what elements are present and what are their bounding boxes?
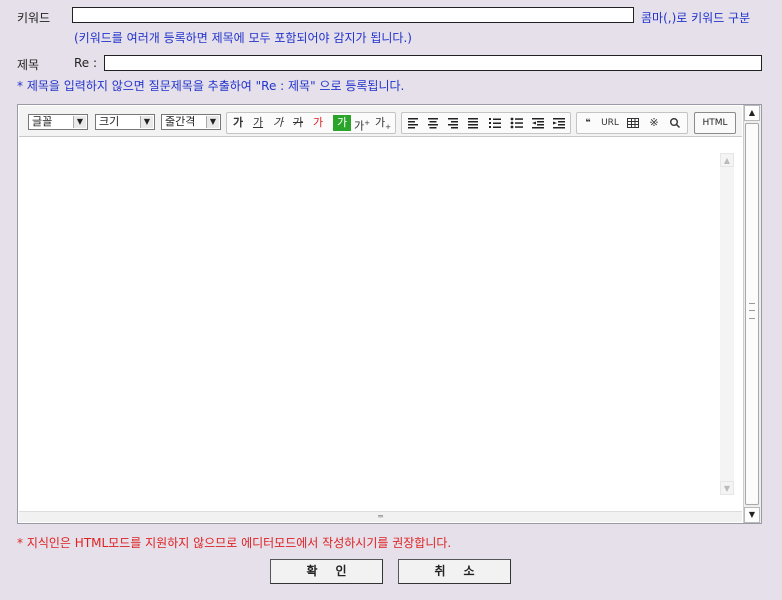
align-right-button[interactable] — [444, 115, 462, 131]
indent-button[interactable] — [550, 115, 568, 131]
indent-icon — [553, 118, 565, 129]
quote-button[interactable]: ❝ — [579, 115, 597, 131]
title-prefix: Re : — [74, 56, 98, 70]
grip-line — [749, 302, 755, 304]
bold-button[interactable]: 가 — [229, 115, 247, 131]
size-select[interactable]: 크기 ▼ — [95, 114, 155, 130]
title-label: 제목 — [17, 58, 40, 72]
align-left-button[interactable] — [404, 115, 422, 131]
italic-button[interactable]: 가 — [269, 115, 287, 131]
grip-line — [749, 310, 755, 312]
title-note: * 제목을 입력하지 않으면 질문제목을 추출하여 "Re : 제목" 으로 등… — [17, 79, 405, 93]
editor-scrollbar[interactable]: ▲ ▼ — [743, 105, 761, 523]
font-color-button[interactable]: 가 — [309, 115, 327, 131]
align-justify-icon — [468, 118, 478, 129]
link-button[interactable]: URL — [598, 115, 622, 131]
scroll-down-button[interactable]: ▼ — [744, 507, 760, 523]
scroll-up-button[interactable]: ▲ — [744, 105, 760, 121]
chevron-up-icon[interactable]: ▲ — [720, 153, 734, 167]
align-right-icon — [448, 118, 458, 129]
chevron-up-icon: ▲ — [748, 108, 756, 117]
html-mode-button[interactable]: HTML — [694, 112, 736, 134]
editor-resize-handle[interactable]: ═ — [19, 511, 742, 522]
chevron-down-icon: ▼ — [140, 116, 153, 128]
table-icon — [627, 118, 639, 128]
editor-toolbar: 글꼴 ▼ 크기 ▼ 줄간격 ▼ 가 가 가 가 가 가 가+ 가+ ❝ URL … — [19, 106, 742, 137]
scrollbar-thumb[interactable] — [745, 123, 759, 505]
insert-button-group: ❝ URL ※ — [576, 112, 688, 134]
special-char-button[interactable]: ※ — [645, 115, 663, 131]
subscript-button[interactable]: 가+ — [374, 115, 392, 131]
keyword-label: 키워드 — [17, 11, 51, 25]
subscript-label: 가 — [375, 116, 386, 129]
underline-button[interactable]: 가 — [249, 115, 267, 131]
format-button-group: 가 가 가 가 가 가 가+ 가+ — [226, 112, 396, 134]
align-justify-button[interactable] — [464, 115, 482, 131]
grip-line — [749, 317, 755, 319]
inner-scrollbar[interactable]: ▲ ▼ — [720, 153, 734, 495]
bg-color-button[interactable]: 가 — [333, 115, 351, 131]
align-center-button[interactable] — [424, 115, 442, 131]
align-left-icon — [408, 118, 418, 129]
chevron-down-icon: ▼ — [206, 116, 219, 128]
font-select-value: 글꼴 — [32, 115, 53, 128]
resize-grip-icon: ═ — [378, 512, 383, 521]
superscript-button[interactable]: 가+ — [353, 115, 371, 133]
keyword-hint: 콤마(,)로 키워드 구분 — [641, 11, 751, 25]
chevron-down-icon[interactable]: ▼ — [720, 481, 734, 495]
unordered-list-button[interactable] — [508, 115, 526, 131]
superscript-label: 가 — [354, 119, 365, 133]
quote-icon: ❝ — [585, 118, 591, 128]
unordered-list-icon — [510, 117, 523, 129]
keyword-note: (키워드를 여러개 등록하면 제목에 모두 포함되어야 감지가 됩니다.) — [74, 31, 412, 45]
ordered-list-icon — [489, 118, 501, 128]
editor-content-area[interactable]: ▲ ▼ — [19, 137, 742, 511]
size-select-value: 크기 — [99, 115, 120, 128]
line-spacing-select[interactable]: 줄간격 ▼ — [161, 114, 221, 130]
keyword-input[interactable] — [72, 7, 634, 23]
table-button[interactable] — [624, 115, 642, 131]
confirm-button[interactable]: 확인 — [270, 559, 383, 584]
outdent-button[interactable] — [529, 115, 547, 131]
alignment-button-group — [401, 112, 571, 134]
search-button[interactable] — [666, 115, 684, 131]
ordered-list-button[interactable] — [486, 115, 504, 131]
font-select[interactable]: 글꼴 ▼ — [28, 114, 88, 130]
align-center-icon — [428, 118, 438, 129]
title-input[interactable] — [104, 55, 762, 71]
line-spacing-select-value: 줄간격 — [165, 115, 196, 128]
rich-text-editor: 글꼴 ▼ 크기 ▼ 줄간격 ▼ 가 가 가 가 가 가 가+ 가+ ❝ URL … — [17, 104, 762, 524]
search-icon — [669, 118, 680, 128]
chevron-down-icon: ▼ — [748, 510, 756, 519]
html-mode-warning: * 지식인은 HTML모드를 지원하지 않으므로 에디터모드에서 작성하시기를 … — [17, 536, 452, 550]
strike-button[interactable]: 가 — [289, 115, 307, 131]
outdent-icon — [532, 118, 544, 129]
chevron-down-icon: ▼ — [73, 116, 86, 128]
cancel-button[interactable]: 취소 — [398, 559, 511, 584]
